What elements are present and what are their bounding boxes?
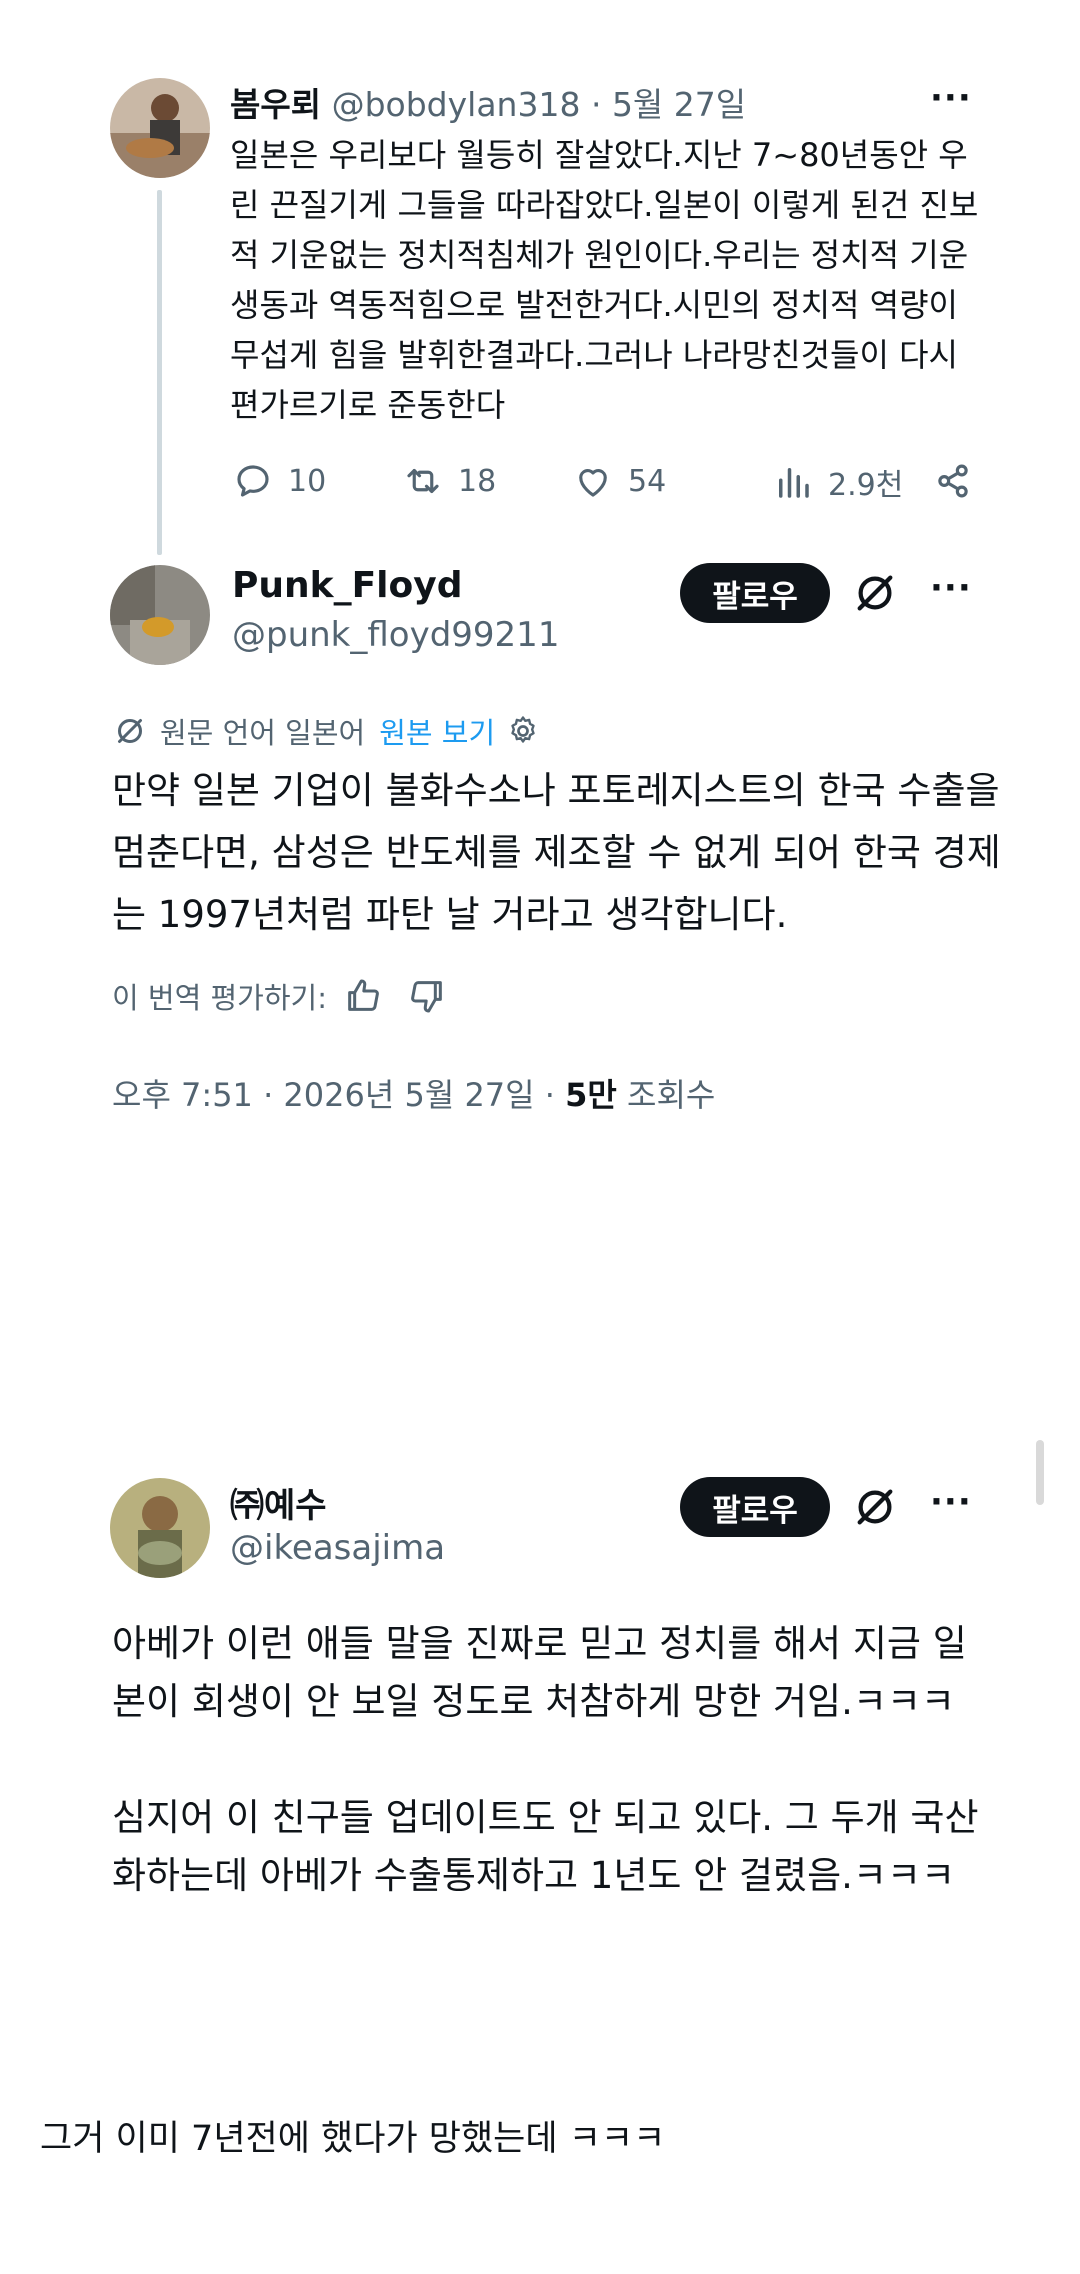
like-icon — [579, 469, 607, 497]
reply-icon — [237, 465, 269, 497]
rate-translation: 이 번역 평가하기: — [112, 975, 447, 1017]
grok-icon[interactable] — [852, 570, 898, 616]
tweet1-date[interactable]: 5월 27일 — [612, 85, 746, 124]
tweet3-more-icon[interactable]: ··· — [930, 1482, 972, 1522]
tweet2-views-count: 5만 — [565, 1076, 617, 1114]
tweet1-author-name[interactable]: 봄우뢰 — [230, 85, 321, 124]
tweet3-handle[interactable]: @ikeasajima — [230, 1528, 445, 1568]
tweet2-timestamp[interactable]: 오후 7:51 · 2026년 5월 27일 · — [112, 1076, 565, 1114]
tweet1-body: 일본은 우리보다 월등히 잘살았다.지난 7~80년동안 우린 끈질기게 그들을… — [230, 136, 979, 424]
tweet2-body: 만약 일본 기업이 불화수소나 포토레지스트의 한국 수출을 멈춘다면, 삼성은… — [112, 769, 1001, 936]
tweet2-handle[interactable]: @punk_floyd99211 — [232, 615, 559, 655]
tweet1-header: 봄우뢰 @bobdylan318 · 5월 27일 — [230, 85, 747, 124]
thumbs-down-icon[interactable] — [407, 976, 447, 1016]
views-button[interactable]: 2.9천 — [772, 460, 903, 504]
like-count: 54 — [628, 463, 667, 499]
translated-label: 원문 언어 일본어 — [160, 716, 366, 750]
gear-icon[interactable] — [505, 713, 541, 749]
translate-icon — [118, 719, 142, 743]
share-button[interactable] — [932, 460, 988, 502]
scrollbar[interactable] — [1036, 1440, 1044, 1505]
tweet3-author-name[interactable]: ㈜예수 — [230, 1478, 327, 1527]
follow-button[interactable]: 팔로우 — [680, 563, 830, 623]
reply-button[interactable]: 10 — [232, 460, 326, 502]
views-count: 2.9천 — [828, 468, 904, 503]
like-button[interactable]: 54 — [572, 460, 666, 502]
repost-icon — [407, 468, 439, 494]
avatar-bobdylan[interactable] — [110, 78, 210, 178]
reply-count: 10 — [288, 463, 327, 499]
show-original-link[interactable]: 원본 보기 — [379, 710, 495, 752]
follow-button[interactable]: 팔로우 — [680, 1477, 830, 1537]
avatar-ikeasajima[interactable] — [110, 1478, 210, 1578]
rate-label: 이 번역 평가하기: — [112, 981, 327, 1015]
tweet3-body: 아베가 이런 애들 말을 진짜로 믿고 정치를 해서 지금 일본이 회생이 안 … — [112, 1622, 979, 1897]
thumbs-up-icon[interactable] — [343, 976, 383, 1016]
grok-icon[interactable] — [852, 1484, 898, 1530]
views-icon — [779, 468, 809, 498]
tweet1-more-icon[interactable]: ··· — [930, 78, 972, 118]
tweet2-more-icon[interactable]: ··· — [930, 568, 972, 608]
repost-count: 18 — [458, 463, 497, 499]
repost-button[interactable]: 18 — [402, 460, 496, 502]
tweet2-meta: 오후 7:51 · 2026년 5월 27일 · 5만 조회수 — [112, 1070, 715, 1116]
tweet2-author-name[interactable]: Punk_Floyd — [232, 565, 462, 606]
tweet1-handle[interactable]: @bobdylan318 — [332, 85, 581, 124]
translation-notice: 원문 언어 일본어 원본 보기 — [112, 710, 541, 752]
share-icon — [938, 464, 968, 498]
caption-text: 그거 이미 7년전에 했다가 망했는데 ㅋㅋㅋ — [40, 2119, 666, 2159]
thread-line — [157, 190, 162, 555]
tweet1-actions: 10 18 54 2.9천 — [232, 460, 972, 510]
avatar-punk-floyd[interactable] — [110, 565, 210, 665]
tweet2-views-label: 조회수 — [627, 1076, 716, 1114]
